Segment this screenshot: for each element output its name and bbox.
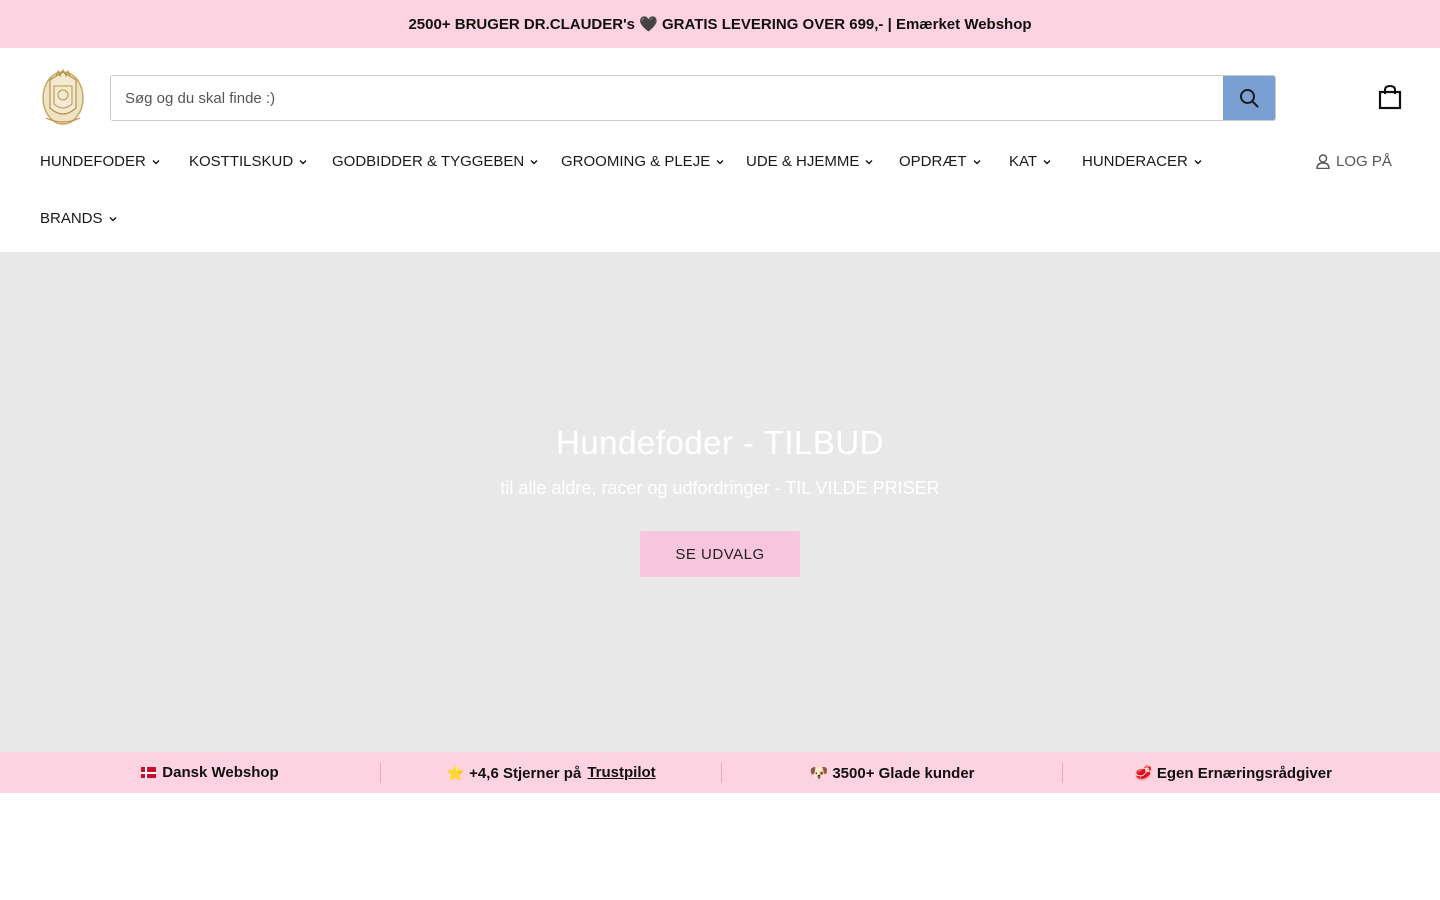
nav-item-kosttilskud[interactable]: KOSTTILSKUD [189, 153, 307, 170]
chevron-down-icon [530, 159, 538, 165]
nav-item-godbidder[interactable]: GODBIDDER & TYGGEBEN [332, 153, 538, 170]
usp-trustpilot: ⭐ +4,6 Stjerner på Trustpilot [381, 752, 721, 793]
nav-item-label: HUNDEFODER [40, 153, 146, 170]
nav-item-label: BRANDS [40, 210, 103, 227]
usp-text: Dansk Webshop [162, 764, 279, 781]
site-header: HUNDEFODER KOSTTILSKUD GODBIDDER & TYGGE… [0, 48, 1440, 252]
nav-item-grooming[interactable]: GROOMING & PLEJE [561, 153, 724, 170]
nav-item-hunderacer[interactable]: HUNDERACER [1082, 153, 1202, 170]
danish-flag-icon [141, 767, 157, 778]
search-bar [110, 75, 1276, 121]
nav-item-kat[interactable]: KAT [1009, 153, 1051, 170]
trustpilot-link[interactable]: Trustpilot [587, 764, 655, 781]
search-icon [1240, 89, 1259, 108]
crest-logo-icon[interactable] [40, 68, 86, 128]
nav-item-label: KAT [1009, 153, 1038, 170]
chevron-down-icon [716, 159, 724, 165]
hero-title: Hundefoder - TILBUD [555, 424, 885, 461]
chevron-down-icon [299, 159, 307, 165]
announcement-text: 2500+ BRUGER DR.CLAUDER's 🖤 GRATIS LEVER… [408, 16, 1032, 33]
hero-subtitle: til alle aldre, racer og udfordringer - … [500, 478, 940, 498]
nav-item-hundefoder[interactable]: HUNDEFODER [40, 153, 160, 170]
nav-item-label: KOSTTILSKUD [189, 153, 294, 170]
usp-danish-webshop: Dansk Webshop [40, 752, 380, 793]
nav-item-label: GROOMING & PLEJE [561, 153, 711, 170]
nav-item-brands[interactable]: BRANDS [40, 210, 117, 227]
announcement-bar: 2500+ BRUGER DR.CLAUDER's 🖤 GRATIS LEVER… [0, 0, 1440, 48]
usp-bar: Dansk Webshop ⭐ +4,6 Stjerner på Trustpi… [0, 752, 1440, 793]
chevron-down-icon [152, 159, 160, 165]
chevron-down-icon [865, 159, 873, 165]
chevron-down-icon [972, 159, 981, 165]
search-input[interactable] [111, 76, 1223, 120]
chevron-down-icon [1043, 159, 1051, 165]
nav-item-label: GODBIDDER & TYGGEBEN [332, 153, 525, 170]
nav-item-label: HUNDERACER [1082, 153, 1188, 170]
chevron-down-icon [108, 216, 117, 222]
login-label: LOG PÅ [1336, 153, 1392, 170]
usp-text: ⭐ +4,6 Stjerner på [446, 764, 582, 782]
login-link[interactable]: LOG PÅ [1316, 153, 1392, 170]
usp-happy-customers: 🐶 3500+ Glade kunder [722, 752, 1062, 793]
nav-item-label: OPDRÆT [899, 153, 967, 170]
nav-item-label: UDE & HJEMME [746, 153, 860, 170]
nav-item-ude-hjemme[interactable]: UDE & HJEMME [746, 153, 873, 170]
hero-banner: Hundefoder - TILBUD til alle aldre, race… [0, 252, 1440, 752]
user-icon [1316, 154, 1330, 169]
usp-nutrition-advisor: 🥩 Egen Ernæringsrådgiver [1063, 752, 1403, 793]
cart-button[interactable] [1378, 84, 1404, 110]
chevron-down-icon [1194, 159, 1202, 165]
usp-text: 🥩 Egen Ernæringsrådgiver [1134, 764, 1332, 782]
see-selection-button[interactable]: SE UDVALG [640, 531, 800, 577]
usp-text: 🐶 3500+ Glade kunder [809, 764, 975, 782]
search-button[interactable] [1223, 76, 1275, 120]
shopping-bag-icon [1378, 84, 1402, 110]
nav-item-opdraet[interactable]: OPDRÆT [899, 153, 981, 170]
